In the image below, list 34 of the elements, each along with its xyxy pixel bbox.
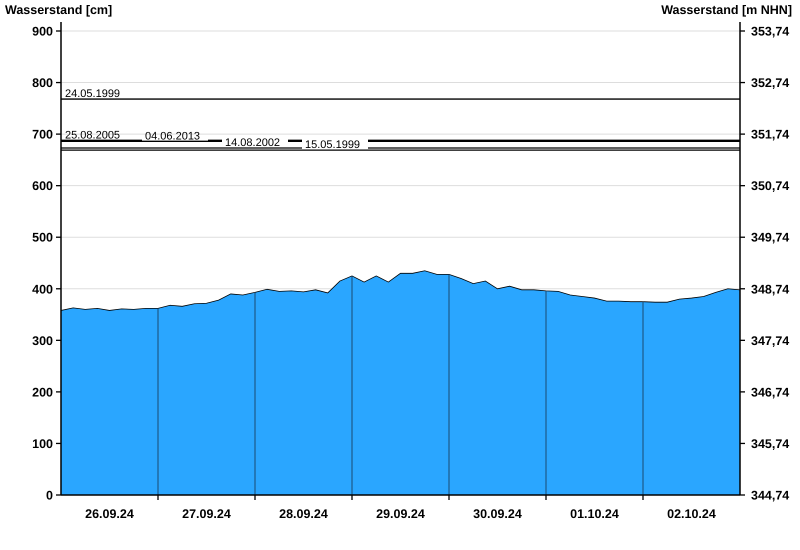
x-tick-label: 28.09.24	[279, 507, 328, 521]
y-tick-label: 349,74	[751, 230, 790, 245]
y-tick-label: 600	[32, 179, 53, 194]
x-tick-label: 02.10.24	[667, 507, 716, 521]
y-tick-label: 300	[32, 334, 53, 348]
x-tick-label: 29.09.24	[376, 507, 425, 521]
y-tick-label: 347,74	[751, 334, 790, 348]
y-tick-label: 500	[32, 230, 53, 245]
y-tick-label: 350,74	[751, 179, 790, 194]
reference-line-label: 04.06.2013	[145, 130, 200, 142]
left-axis-title: Wasserstand [cm]	[5, 3, 112, 17]
right-axis-title: Wasserstand [m NHN]	[661, 3, 792, 17]
y-tick-label: 200	[32, 385, 53, 400]
y-tick-label: 900	[32, 24, 53, 38]
x-tick-label: 26.09.24	[85, 507, 134, 521]
y-tick-label: 345,74	[751, 436, 790, 451]
x-tick-label: 01.10.24	[570, 507, 619, 521]
y-tick-label: 344,74	[751, 488, 790, 502]
reference-line-label: 25.08.2005	[65, 129, 120, 142]
y-tick-label: 346,74	[751, 385, 790, 400]
y-tick-label: 100	[32, 436, 53, 451]
y-tick-label: 0	[46, 488, 53, 502]
reference-line-label: 15.05.1999	[305, 139, 360, 152]
reference-line-label: 24.05.1999	[65, 88, 120, 100]
y-tick-label: 700	[32, 128, 53, 142]
x-tick-label: 27.09.24	[182, 507, 231, 521]
y-tick-label: 353,74	[751, 24, 790, 38]
y-tick-label: 400	[32, 282, 53, 296]
y-tick-label: 800	[32, 76, 53, 90]
y-tick-label: 352,74	[751, 76, 790, 90]
x-tick-label: 30.09.24	[473, 507, 522, 521]
reference-line-label: 14.08.2002	[225, 137, 280, 150]
y-tick-label: 348,74	[751, 282, 790, 296]
y-tick-label: 351,74	[751, 128, 790, 142]
